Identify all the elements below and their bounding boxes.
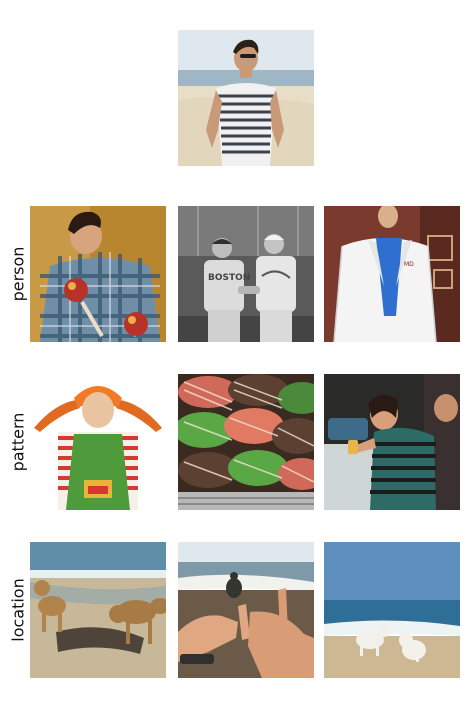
row-label-location-text: location — [8, 578, 28, 642]
person-image-2: BOSTON — [178, 206, 314, 342]
query-image — [178, 30, 314, 166]
svg-text:MD: MD — [404, 261, 414, 268]
pattern-image-3 — [324, 374, 460, 510]
pattern-image-2 — [178, 374, 314, 510]
svg-text:BOSTON: BOSTON — [208, 273, 250, 283]
location-image-1 — [30, 542, 166, 678]
person-image-1 — [30, 206, 166, 342]
pattern-image-1 — [30, 374, 166, 510]
row-label-pattern-text: pattern — [8, 412, 28, 472]
person-image-3: MD — [324, 206, 460, 342]
location-image-3 — [324, 542, 460, 678]
location-image-2 — [178, 542, 314, 678]
row-label-person-text: person — [8, 246, 28, 302]
